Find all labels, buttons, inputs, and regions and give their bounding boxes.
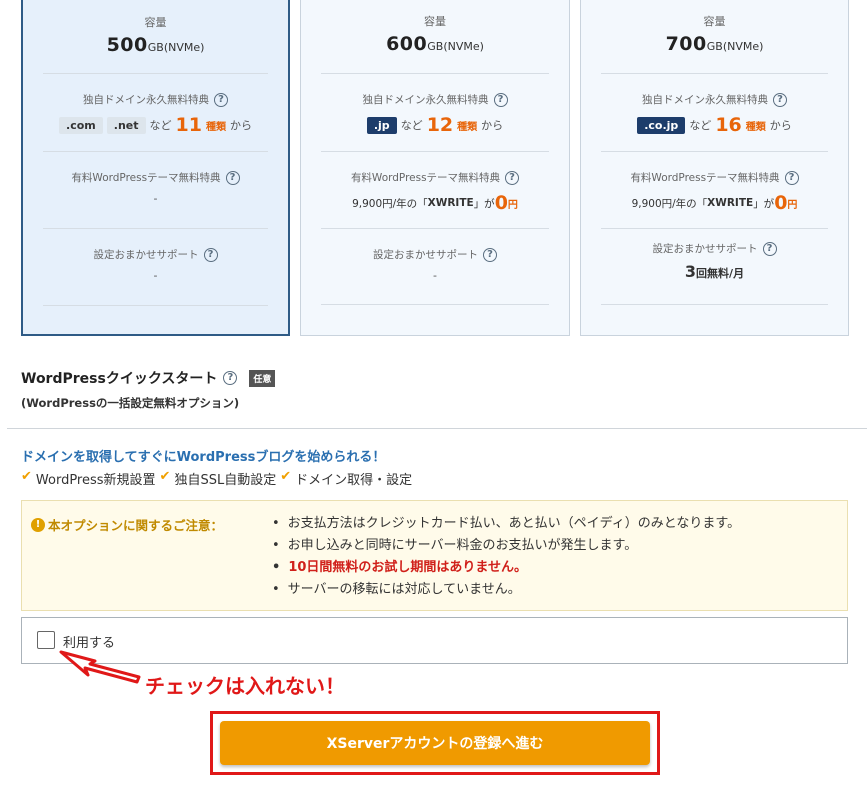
- theme-row: 有料WordPressテーマ無料特典? 9,900円/年の「 XWRITE 」が 0 円: [601, 152, 828, 229]
- check-icon: ✔: [159, 469, 171, 484]
- domain-row: 独自ドメイン永久無料特典? .com .net など 11 種類 から: [43, 74, 268, 152]
- notice-list: お支払方法はクレジットカード払い、あと払い（ペイディ）のみとなります。 お申し込…: [272, 513, 740, 601]
- support-row: 設定おまかせサポート? -: [321, 229, 549, 305]
- feature-item: ドメイン取得・設定: [295, 473, 413, 488]
- wpqs-title: WordPressクイックスタート ? 任意: [21, 368, 276, 388]
- capacity-row: 容量 600GB(NVMe): [321, 0, 549, 74]
- tld-badge: .com: [59, 116, 103, 134]
- theme-title: 有料WordPressテーマ無料特典: [71, 172, 221, 184]
- capacity-value: 600GB(NVMe): [386, 33, 484, 55]
- domain-row: 独自ドメイン永久無料特典? .co.jp など 16 種類 から: [601, 74, 828, 152]
- capacity-row: 容量 700GB(NVMe): [601, 0, 828, 74]
- capacity-value: 500GB(NVMe): [106, 34, 205, 56]
- check-icon: ✔: [21, 469, 32, 484]
- domain-title: 独自ドメイン永久無料特典: [362, 94, 489, 106]
- theme-value: 9,900円/年の「 XWRITE 」が 0 円: [631, 192, 798, 214]
- theme-value: 9,900円/年の「 XWRITE 」が 0 円: [352, 192, 518, 214]
- annotation-text: チェックは入れない！: [145, 674, 345, 698]
- help-icon[interactable]: ?: [493, 92, 508, 107]
- optional-badge: 任意: [249, 369, 276, 387]
- promo-text: ドメインを取得してすぐにWordPressブログを始められる！: [21, 450, 386, 465]
- plan-cards: 容量 500GB(NVMe) 独自ドメイン永久無料特典? .com .net な…: [0, 0, 867, 340]
- notice-item: お申し込みと同時にサーバー料金のお支払いが発生します。: [272, 535, 740, 557]
- plan-card-500[interactable]: 容量 500GB(NVMe) 独自ドメイン永久無料特典? .com .net な…: [21, 0, 290, 336]
- theme-value: -: [153, 192, 158, 205]
- capacity-value: 700GB(NVMe): [665, 33, 764, 55]
- domain-title: 独自ドメイン永久無料特典: [83, 94, 209, 106]
- help-icon[interactable]: ?: [223, 371, 238, 385]
- feature-list: ✔ WordPress新規設置 ✔ 独自SSL自動設定 ✔ ドメイン取得・設定: [21, 469, 412, 488]
- capacity-label: 容量: [424, 15, 446, 28]
- support-title: 設定おまかせサポート: [373, 249, 478, 261]
- register-account-button[interactable]: XServerアカウントの登録へ進む: [220, 721, 650, 765]
- help-icon[interactable]: ?: [483, 247, 497, 262]
- tld-badge: .net: [106, 116, 146, 134]
- capacity-label: 容量: [144, 16, 167, 29]
- help-icon[interactable]: ?: [214, 92, 228, 107]
- theme-title: 有料WordPressテーマ無料特典: [350, 172, 501, 184]
- help-icon[interactable]: ?: [505, 170, 520, 185]
- domain-title: 独自ドメイン永久無料特典: [642, 94, 768, 106]
- annotation-arrow-icon: [59, 650, 141, 684]
- notice-item: サーバーの移転には対応していません。: [272, 579, 740, 601]
- support-value: -: [433, 269, 437, 282]
- support-title: 設定おまかせサポート: [652, 243, 758, 255]
- capacity-label: 容量: [703, 15, 726, 28]
- use-option-box[interactable]: 利用する: [21, 617, 848, 664]
- domain-count: 12: [426, 114, 454, 136]
- notice-box: ! 本オプションに関するご注意： お支払方法はクレジットカード払い、あと払い（ペ…: [21, 500, 848, 611]
- support-value: 3回無料/月: [684, 262, 745, 281]
- domain-count: 11: [175, 114, 202, 136]
- domain-count: 16: [715, 114, 742, 136]
- capacity-row: 容量 500GB(NVMe): [43, 0, 268, 74]
- support-row: 設定おまかせサポート? -: [43, 229, 268, 306]
- wpqs-subtitle: (WordPressの一括設定無料オプション): [21, 396, 240, 410]
- support-row: 設定おまかせサポート? 3回無料/月: [601, 229, 828, 305]
- warning-icon: !: [31, 517, 45, 532]
- help-icon[interactable]: ?: [203, 247, 218, 262]
- help-icon[interactable]: ?: [762, 241, 777, 256]
- theme-row: 有料WordPressテーマ無料特典? 9,900円/年の「 XWRITE 」が 0 円: [321, 152, 549, 229]
- use-option-checkbox[interactable]: [37, 631, 55, 649]
- section-divider: [7, 428, 867, 429]
- help-icon[interactable]: ?: [784, 170, 799, 185]
- tld-badge: .jp: [366, 116, 397, 134]
- notice-item: お支払方法はクレジットカード払い、あと払い（ペイディ）のみとなります。: [272, 513, 740, 535]
- feature-item: 独自SSL自動設定: [174, 473, 277, 488]
- check-icon: ✔: [280, 469, 292, 484]
- theme-row: 有料WordPressテーマ無料特典? -: [43, 152, 268, 229]
- plan-card-700[interactable]: 容量 700GB(NVMe) 独自ドメイン永久無料特典? .co.jp など 1…: [580, 0, 849, 336]
- help-icon[interactable]: ?: [225, 170, 240, 185]
- help-icon[interactable]: ?: [773, 92, 787, 107]
- feature-item: WordPress新規設置: [35, 473, 156, 488]
- domain-row: 独自ドメイン永久無料特典? .jp など 12 種類 から: [321, 74, 549, 152]
- tld-badge: .co.jp: [637, 116, 686, 134]
- support-title: 設定おまかせサポート: [93, 249, 199, 261]
- notice-heading: ! 本オプションに関するご注意：: [31, 515, 223, 534]
- plan-card-600[interactable]: 容量 600GB(NVMe) 独自ドメイン永久無料特典? .jp など 12 種類…: [300, 0, 570, 336]
- notice-item-important: 10日間無料のお試し期間はありません。: [272, 557, 740, 579]
- theme-title: 有料WordPressテーマ無料特典: [630, 172, 780, 184]
- support-value: -: [153, 269, 158, 282]
